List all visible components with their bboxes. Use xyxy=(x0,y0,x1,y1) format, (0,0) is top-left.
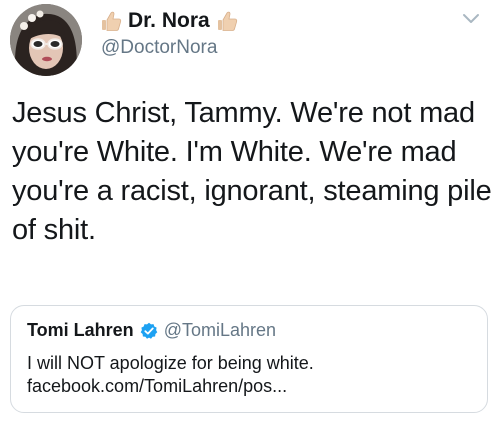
quoted-tweet-text: I will NOT apologize for being white. fa… xyxy=(27,352,477,398)
author-name-row[interactable]: Dr. Nora xyxy=(100,8,238,34)
avatar[interactable] xyxy=(10,4,82,76)
author-display-name[interactable]: Dr. Nora xyxy=(128,9,210,33)
quoted-author-name: Tomi Lahren xyxy=(27,320,134,340)
quoted-tweet-header: Tomi Lahren @TomiLahren xyxy=(27,320,276,341)
tweet-text-line: you're White. I'm White. We're mad xyxy=(12,136,457,168)
avatar-image xyxy=(10,4,82,76)
tweet-text-line: Jesus Christ, Tammy. We're not mad xyxy=(12,97,475,129)
thumbs-up-icon xyxy=(216,10,238,32)
author-handle[interactable]: @DoctorNora xyxy=(101,37,217,59)
verified-badge-icon xyxy=(140,322,158,340)
quoted-author-handle: @TomiLahren xyxy=(163,320,277,340)
thumbs-up-icon xyxy=(100,10,122,32)
quoted-tweet-card[interactable]: Tomi Lahren @TomiLahren I will NOT apolo… xyxy=(10,305,488,413)
quoted-text-line: I will NOT apologize for being white. xyxy=(27,353,314,373)
tweet-text: Jesus Christ, Tammy. We're not mad you'r… xyxy=(12,94,492,250)
quoted-link[interactable]: facebook.com/TomiLahren/pos... xyxy=(27,375,477,398)
tweet: Dr. Nora @DoctorNora Jesus Christ, Tammy… xyxy=(0,0,500,430)
chevron-down-icon[interactable] xyxy=(461,12,481,26)
tweet-text-line: you're a racist, ignorant, steaming pile xyxy=(12,175,492,207)
tweet-text-line: of shit. xyxy=(12,214,96,246)
